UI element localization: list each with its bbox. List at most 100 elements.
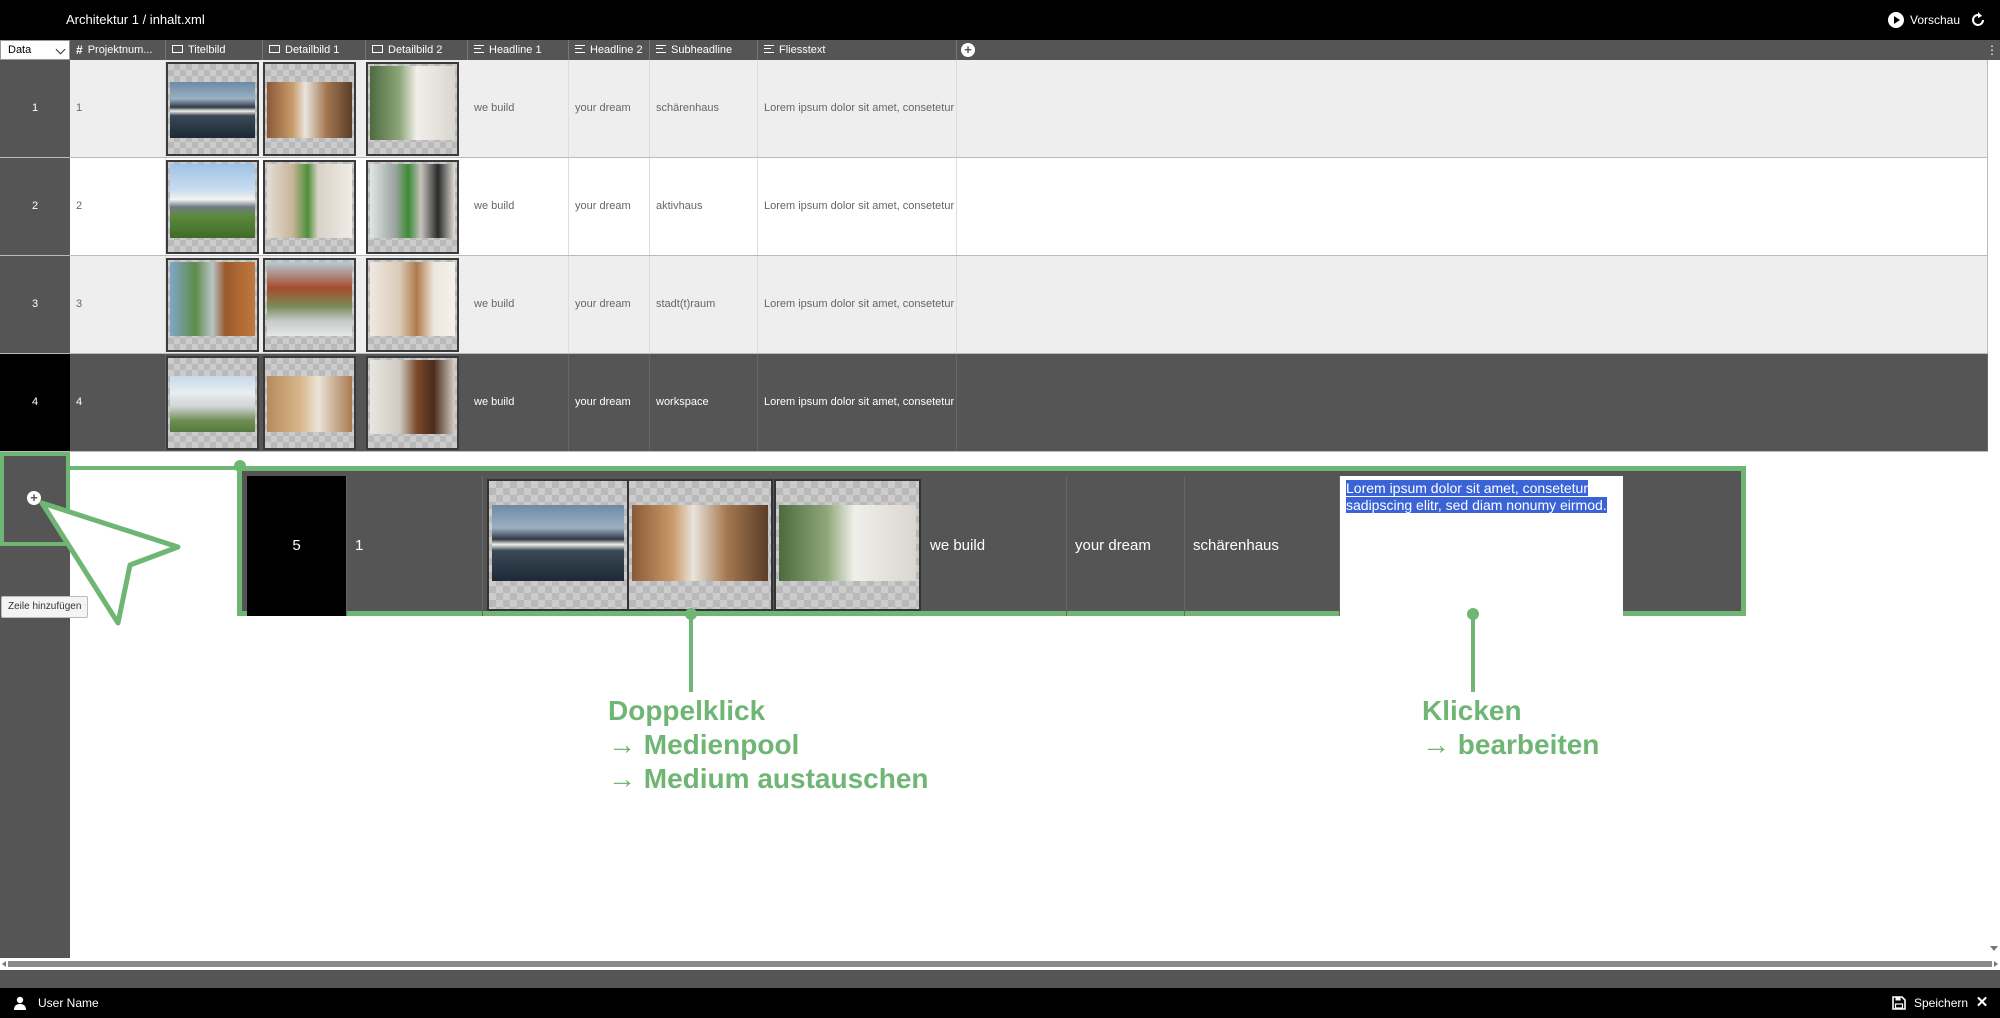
living-room-image	[267, 164, 352, 238]
scroll-right-arrow-icon[interactable]	[1994, 961, 1998, 967]
courtyard-image	[267, 262, 352, 336]
scroll-down-arrow-icon[interactable]	[1990, 946, 1998, 951]
thumbnail-detailbild-2[interactable]	[366, 160, 459, 254]
save-icon	[1892, 996, 1906, 1010]
table-row[interactable]: 1 1 we build your dream schärenhaus Lore…	[0, 60, 1988, 158]
hash-icon: #	[76, 43, 83, 58]
row-index[interactable]: 1	[0, 60, 70, 157]
data-select[interactable]: Data	[0, 40, 70, 60]
column-header-detailbild-2[interactable]: Detailbild 2	[366, 40, 468, 60]
user-icon	[14, 996, 26, 1010]
column-header-subheadline[interactable]: Subheadline	[650, 40, 758, 60]
thumbnail-detailbild-1[interactable]	[263, 356, 356, 450]
text-icon	[656, 45, 666, 54]
save-button[interactable]: Speichern	[1892, 993, 1968, 1013]
cell-headline-1[interactable]: we build	[468, 158, 569, 255]
cell-subheadline[interactable]: aktivhaus	[650, 158, 758, 255]
thumbnail-detailbild-2[interactable]	[366, 356, 459, 450]
cell-subheadline[interactable]: schärenhaus	[650, 60, 758, 157]
thumbnail-titelbild[interactable]	[166, 62, 259, 156]
text-icon	[575, 45, 585, 54]
thumbnail-detailbild-1[interactable]	[263, 258, 356, 352]
bottom-bar	[0, 988, 2000, 1018]
preview-button[interactable]: Vorschau	[1888, 8, 1960, 32]
reload-icon[interactable]	[1968, 10, 1988, 30]
thumbnail-detailbild-2[interactable]	[366, 258, 459, 352]
cell-fliesstext[interactable]: Lorem ipsum dolor sit amet, consetetur s…	[758, 60, 957, 157]
thumbnail-detailbild-1[interactable]	[627, 479, 773, 611]
thumbnail-titelbild[interactable]	[487, 479, 629, 611]
thumbnail-detailbild-2[interactable]	[366, 62, 459, 156]
user-menu[interactable]: User Name	[14, 993, 99, 1013]
column-header-label: Headline 1	[489, 44, 542, 56]
add-column-icon[interactable]: +	[961, 43, 975, 57]
text-icon	[764, 45, 774, 54]
annotation-line: Klicken	[1422, 695, 1522, 726]
row-index[interactable]: 5	[247, 476, 347, 616]
close-icon[interactable]: ✕	[1974, 993, 1990, 1013]
row-index[interactable]: 2	[0, 158, 70, 255]
horizontal-scrollbar[interactable]	[0, 958, 2000, 970]
office-interior-image	[267, 376, 352, 432]
cell-headline-2[interactable]: your dream	[1067, 476, 1185, 616]
image-icon	[172, 45, 183, 54]
cell-headline-1[interactable]: we build	[922, 476, 1067, 616]
thumbnail-detailbild-2[interactable]	[774, 479, 921, 611]
cell-headline-1[interactable]: we build	[468, 354, 569, 451]
cell-projektnummer[interactable]: 4	[70, 354, 166, 451]
column-header-headline-2[interactable]: Headline 2	[569, 40, 650, 60]
cell-projektnummer[interactable]: 2	[70, 158, 166, 255]
cell-projektnummer[interactable]: 1	[70, 60, 166, 157]
connector-line	[1471, 614, 1475, 692]
cell-subheadline[interactable]: schärenhaus	[1185, 476, 1340, 616]
column-header-label: Detailbild 2	[388, 44, 443, 56]
thumbnail-titelbild[interactable]	[166, 356, 259, 450]
cell-fliesstext[interactable]: Lorem ipsum dolor sit amet, consetetur s…	[758, 158, 957, 255]
more-vertical-icon[interactable]: ⋮	[1986, 42, 1998, 58]
annotation-line: Doppelklick	[608, 695, 766, 726]
office-building-image	[170, 376, 255, 432]
zoomed-row-preview: 5 1 we build your dream schärenhaus Lore…	[237, 466, 1746, 616]
cell-subheadline[interactable]: stadt(t)raum	[650, 256, 758, 353]
lake-house-image	[170, 82, 255, 138]
table-row[interactable]: 2 2 we build your dream aktivhaus Lorem …	[0, 158, 1988, 256]
column-header-fliesstext[interactable]: Fliesstext	[758, 40, 957, 60]
row-index[interactable]: 4	[0, 354, 70, 451]
fliesstext-editor[interactable]: Lorem ipsum dolor sit amet, consetetur s…	[1340, 476, 1623, 616]
cell-fliesstext[interactable]: Lorem ipsum dolor sit amet, consetetur s…	[758, 354, 957, 451]
cell-projektnummer[interactable]: 3	[70, 256, 166, 353]
table-row[interactable]: 3 3 we build your dream stadt(t)raum Lor…	[0, 256, 1988, 354]
user-name-label: User Name	[38, 996, 99, 1010]
scrollbar-thumb[interactable]	[8, 961, 1992, 967]
cell-projektnummer[interactable]: 1	[347, 476, 483, 616]
column-header-detailbild-1[interactable]: Detailbild 1	[263, 40, 366, 60]
scroll-left-arrow-icon[interactable]	[2, 961, 6, 967]
column-header-headline-1[interactable]: Headline 1	[468, 40, 569, 60]
preview-label: Vorschau	[1910, 13, 1961, 27]
thumbnail-detailbild-1[interactable]	[263, 160, 356, 254]
table-row-selected[interactable]: 4 4 we build your dream workspace Lorem …	[0, 354, 1988, 452]
cell-headline-2[interactable]: your dream	[569, 354, 650, 451]
cell-subheadline[interactable]: workspace	[650, 354, 758, 451]
column-header-projektnummer[interactable]: # Projektnum...	[70, 40, 166, 60]
cursor-arrow-icon	[39, 500, 181, 626]
bathroom-image	[370, 66, 455, 140]
cell-fliesstext[interactable]: Lorem ipsum dolor sit amet, consetetur s…	[758, 256, 957, 353]
cell-headline-1[interactable]: we build	[468, 60, 569, 157]
column-header-label: Detailbild 1	[285, 44, 340, 56]
thumbnail-titelbild[interactable]	[166, 160, 259, 254]
cell-headline-2[interactable]: your dream	[569, 256, 650, 353]
selected-text: Lorem ipsum dolor sit amet, consetetur s…	[1346, 480, 1607, 513]
thumbnail-titelbild[interactable]	[166, 258, 259, 352]
column-header-titelbild[interactable]: Titelbild	[166, 40, 263, 60]
cell-headline-1[interactable]: we build	[468, 256, 569, 353]
row-empty-space	[957, 256, 1988, 353]
data-select-value: Data	[8, 44, 32, 56]
row-index[interactable]: 3	[0, 256, 70, 353]
meeting-room-image	[370, 360, 455, 434]
text-icon	[474, 45, 484, 54]
cell-headline-2[interactable]: your dream	[569, 158, 650, 255]
cell-headline-2[interactable]: your dream	[569, 60, 650, 157]
image-icon	[269, 45, 280, 54]
thumbnail-detailbild-1[interactable]	[263, 62, 356, 156]
